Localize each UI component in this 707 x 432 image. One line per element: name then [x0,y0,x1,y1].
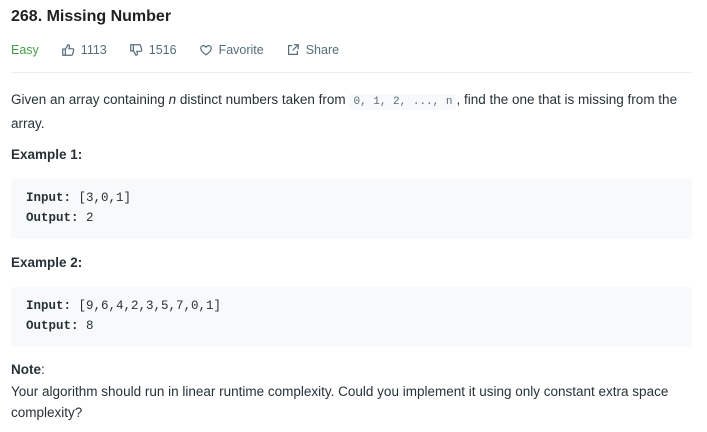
share-label: Share [305,43,340,57]
like-count: 1113 [80,43,107,57]
favorite-label: Favorite [218,43,264,57]
example-1-output-line: Output: 2 [26,211,94,225]
example-2-input-line: Input: [9,6,4,2,3,5,7,0,1] [26,299,221,313]
note-heading: Note: [11,362,45,377]
dislike-count: 1516 [148,43,177,57]
example-2-input-value: [9,6,4,2,3,5,7,0,1] [71,299,222,313]
example-1-input-value: [3,0,1] [71,191,132,205]
problem-description: Given an array containing n distinct num… [11,89,691,134]
problem-title: 268. Missing Number [11,8,172,25]
example-2-output-line: Output: 8 [26,319,94,333]
description-text-before: Given an array containing [11,92,169,107]
description-n-variable: n [168,92,177,107]
header-divider [11,72,692,73]
example-1-input-line: Input: [3,0,1] [26,191,131,205]
thumbs-down-icon [129,44,143,56]
problem-meta-bar: Easy 1113 1516 Favorite Share [11,41,361,59]
thumbs-up-icon [61,44,75,56]
example-2-title: Example 2: [11,255,83,270]
example-1-input-label: Input: [26,191,72,205]
dislike-button[interactable]: 1516 [129,43,177,57]
description-range-code: 0, 1, 2, ..., n [349,94,457,110]
note-text: Your algorithm should run in linear runt… [11,384,669,420]
like-button[interactable]: 1113 [61,43,107,57]
example-2-output-label: Output: [26,319,79,333]
heart-icon [199,45,212,56]
example-1-output-value: 2 [78,211,94,225]
description-text-middle: distinct numbers taken from [176,92,350,107]
share-button[interactable]: Share [286,43,339,57]
note-colon: : [41,362,45,377]
note-label: Note [11,362,41,377]
example-2-input-label: Input: [26,299,72,313]
favorite-button[interactable]: Favorite [199,43,264,57]
example-2-output-value: 8 [78,319,94,333]
example-1-output-label: Output: [26,211,79,225]
share-icon [287,44,299,55]
example-1-title: Example 1: [11,147,83,162]
difficulty-badge: Easy [11,43,39,57]
example-2-block: Input: [9,6,4,2,3,5,7,0,1] Output: 8 [11,287,692,347]
example-1-block: Input: [3,0,1] Output: 2 [11,179,692,239]
